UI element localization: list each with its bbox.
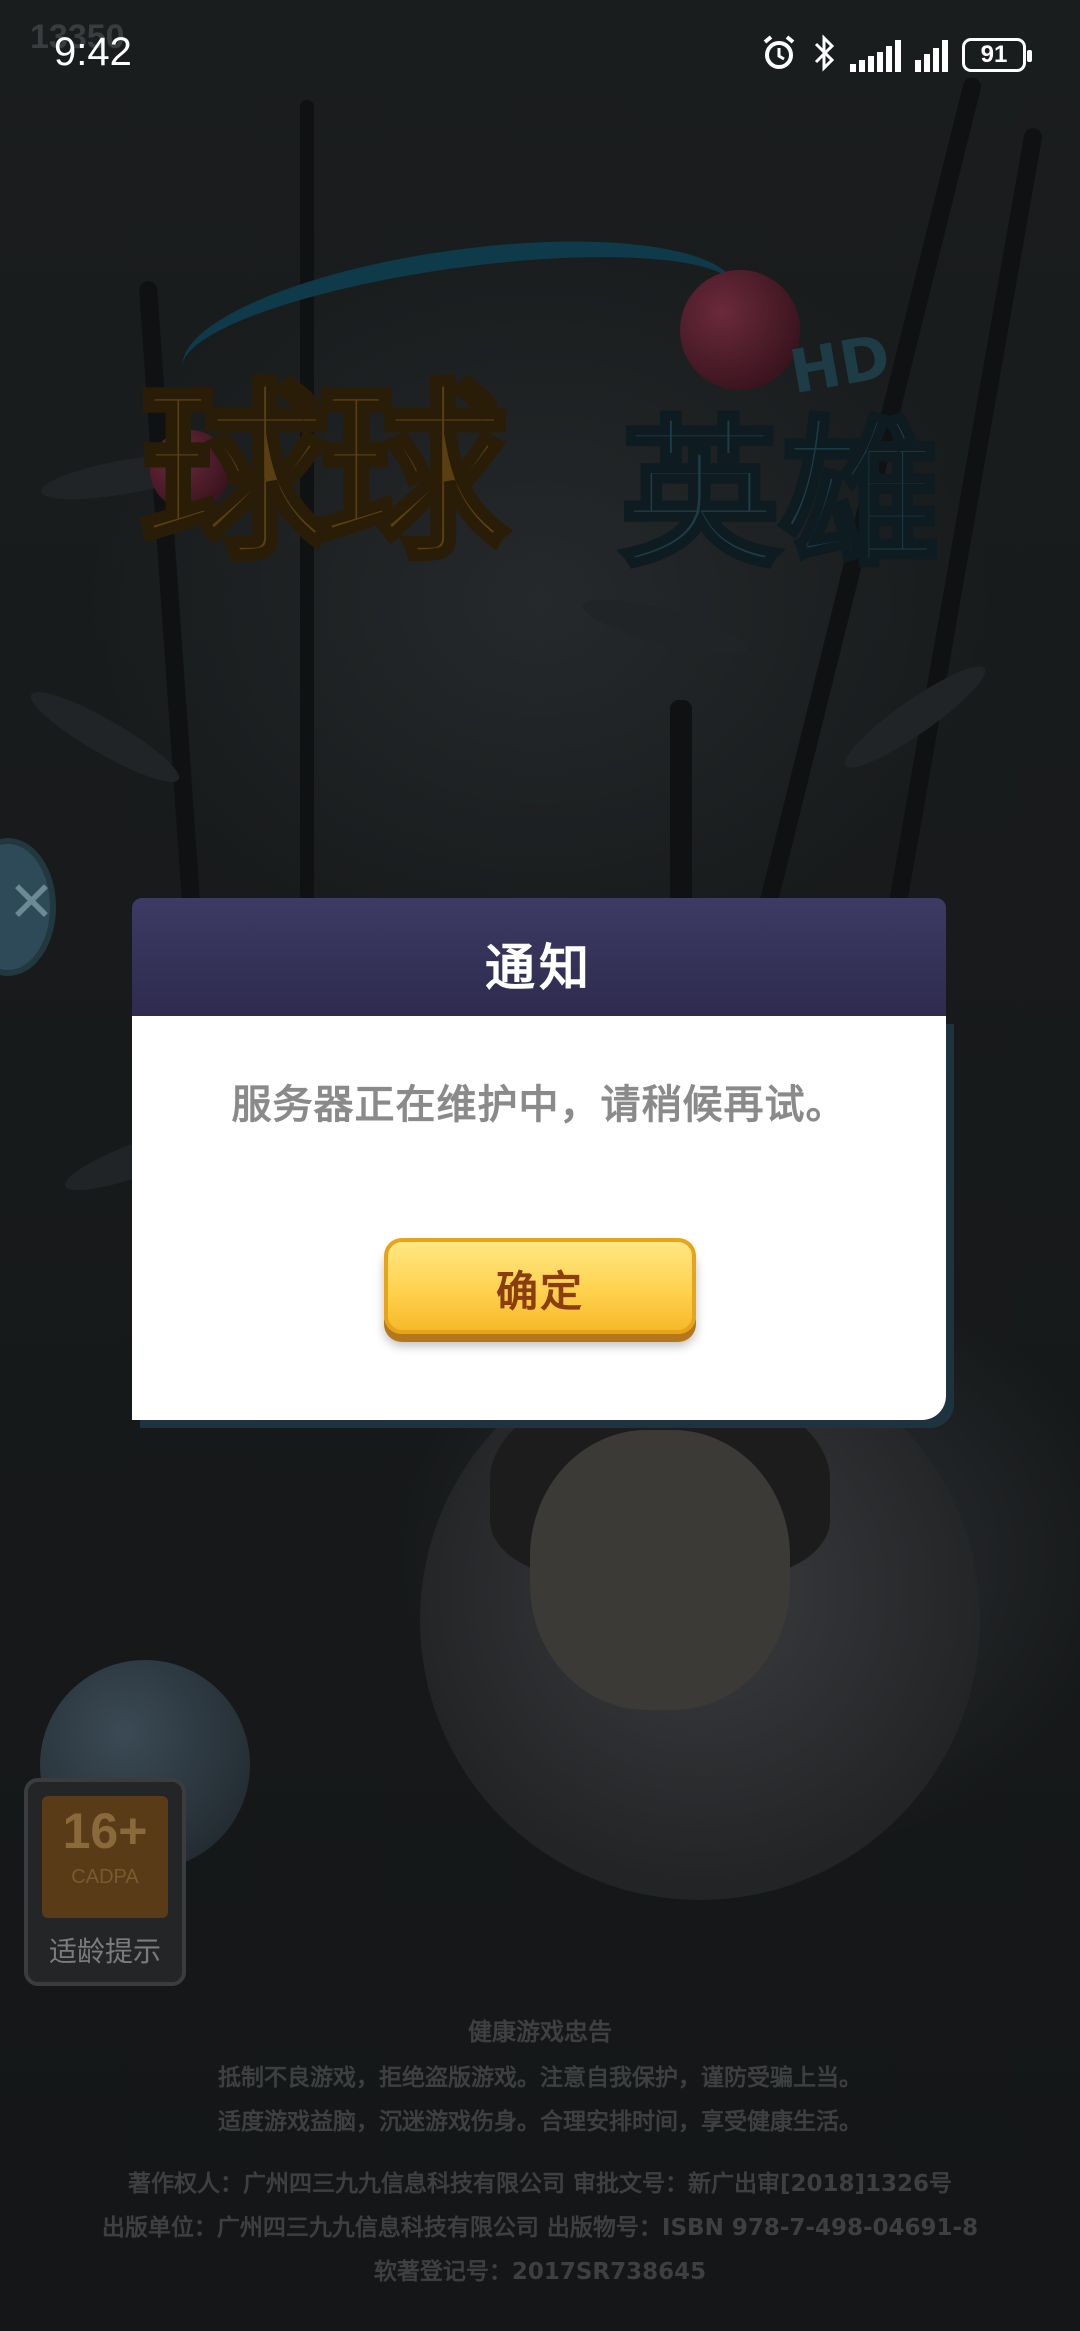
logo-title-main: 球球 bbox=[137, 361, 511, 588]
dialog-title: 通知 bbox=[485, 939, 593, 997]
copyright-info: 著作权人：广州四三九九信息科技有限公司 审批文号：新广出审[2018]1326号 bbox=[127, 2171, 953, 2197]
alarm-icon bbox=[760, 34, 798, 76]
signal-icon bbox=[915, 38, 948, 72]
bamboo-leaf bbox=[578, 588, 752, 666]
hero-character-art bbox=[420, 1340, 980, 1900]
bluetooth-icon bbox=[812, 34, 836, 76]
battery-icon: 91 bbox=[962, 38, 1032, 72]
age-rating-label: 适龄提示 bbox=[48, 1935, 161, 1968]
dialog-message: 服务器正在维护中，请稍候再试。 bbox=[231, 1082, 847, 1128]
status-bar: 13350 9:42 91 bbox=[0, 0, 1080, 120]
floating-assistant-button[interactable] bbox=[0, 838, 56, 976]
notice-dialog: 通知 服务器正在维护中，请稍候再试。 确定 bbox=[132, 898, 946, 1420]
signal-icon bbox=[850, 38, 901, 72]
software-registration: 软著登记号：2017SR738645 bbox=[373, 2259, 707, 2285]
age-rating-badge[interactable]: 16+ CADPA 适龄提示 bbox=[24, 1778, 186, 1986]
health-notice-line: 适度游戏益脑，沉迷游戏伤身。合理安排时间，享受健康生活。 bbox=[218, 2109, 862, 2135]
status-time: 9:42 bbox=[54, 30, 132, 74]
bamboo-leaf bbox=[22, 679, 188, 795]
confirm-button-label: 确定 bbox=[495, 1267, 584, 1316]
health-notice-title: 健康游戏忠告 bbox=[468, 2018, 612, 2046]
dialog-header: 通知 bbox=[132, 898, 946, 1016]
publisher-info: 出版单位：广州四三九九信息科技有限公司 出版物号：ISBN 978-7-498-… bbox=[101, 2215, 979, 2241]
age-rating-number: 16+ bbox=[62, 1803, 148, 1859]
health-notice-line: 抵制不良游戏，拒绝盗版游戏。注意自我保护，谨防受骗上当。 bbox=[218, 2065, 862, 2091]
game-logo: 球球 英雄 HD bbox=[137, 211, 943, 591]
age-rating-org: CADPA bbox=[71, 1866, 139, 1888]
confirm-button[interactable]: 确定 bbox=[384, 1238, 696, 1334]
dialog-body: 服务器正在维护中，请稍候再试。 确定 bbox=[132, 1016, 946, 1420]
status-icons: 91 bbox=[760, 34, 1032, 76]
hero-face bbox=[530, 1430, 790, 1710]
logo-title-sub: 英雄 bbox=[618, 399, 943, 591]
age-rating-icon: 16+ CADPA bbox=[42, 1796, 168, 1918]
